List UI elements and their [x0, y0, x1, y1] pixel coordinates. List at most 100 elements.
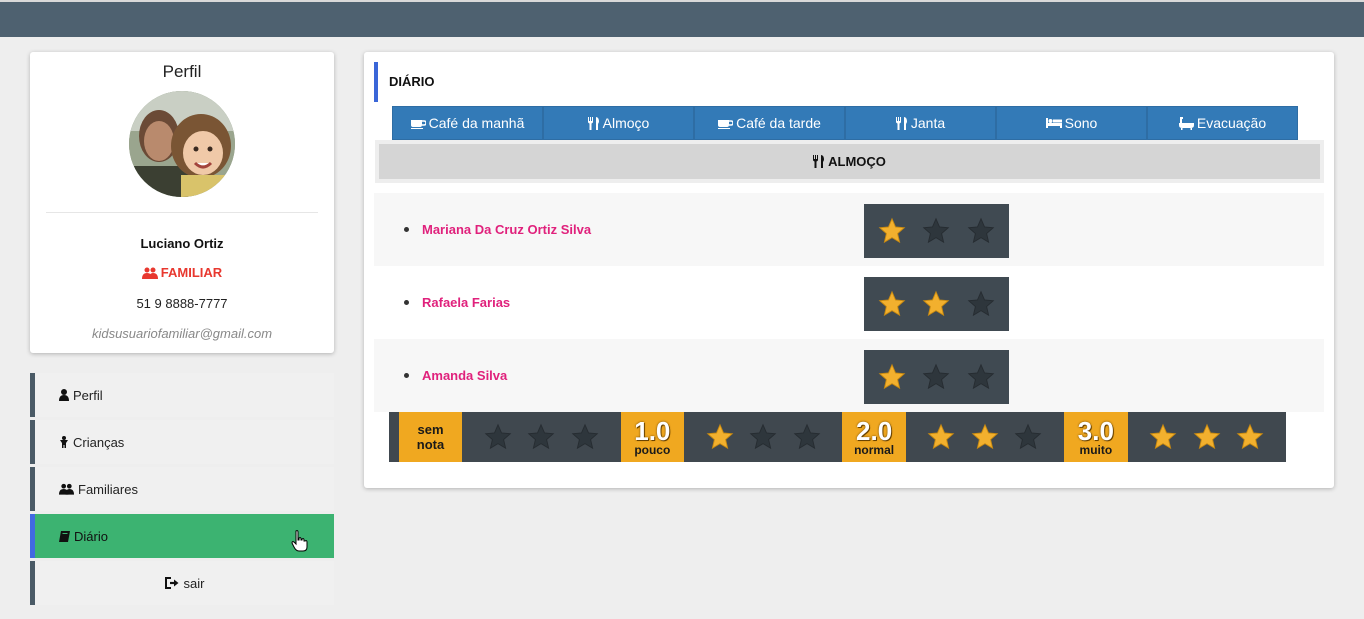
star-empty-icon — [793, 423, 821, 450]
menu-item-label: Familiares — [78, 481, 138, 497]
users-icon — [141, 267, 158, 279]
bath-icon — [1178, 116, 1194, 130]
legend-label: sem — [417, 422, 444, 437]
tab-almoco[interactable]: Almoço — [543, 106, 694, 140]
top-navbar — [0, 0, 1364, 37]
star-empty-icon — [749, 423, 777, 450]
profile-role: FAMILIAR — [30, 265, 334, 280]
child-name[interactable]: Amanda Silva — [422, 339, 507, 412]
legend-badge-pouco: 1.0 pouco — [620, 412, 684, 462]
legend-value: 3.0 — [1077, 415, 1114, 446]
section-header: ALMOÇO — [375, 140, 1324, 183]
user-icon — [59, 389, 69, 401]
legend-value: 1.0 — [634, 415, 671, 446]
child-icon — [60, 436, 68, 448]
profile-card-title: Perfil — [162, 62, 202, 81]
list-item: Rafaela Farias — [374, 266, 1324, 339]
menu-item-perfil[interactable]: Perfil — [30, 373, 334, 417]
diary-panel: DIÁRIO Café da manhã Almoço Café da tard… — [364, 52, 1334, 488]
legend-label: nota — [416, 437, 445, 452]
star-empty-icon — [967, 363, 995, 390]
menu-item-familiares[interactable]: Familiares — [30, 467, 334, 511]
hand-cursor-icon — [291, 530, 308, 552]
star-filled-icon — [1149, 423, 1177, 450]
menu-item-criancas[interactable]: Crianças — [30, 420, 334, 464]
menu-item-label: Crianças — [73, 434, 125, 450]
book-icon — [59, 530, 70, 542]
child-name[interactable]: Mariana Da Cruz Ortiz Silva — [422, 193, 591, 266]
star-filled-icon — [878, 290, 906, 317]
star-filled-icon — [928, 423, 955, 450]
menu-item-label: Perfil — [73, 387, 103, 403]
rating-stars[interactable] — [864, 350, 1009, 404]
rating-legend: sem nota 1.0 pouco 2.0 normal 3.0 muito — [389, 412, 1286, 462]
tab-label: Café da manhã — [428, 115, 525, 131]
list-bullet — [404, 373, 409, 378]
legend-badge-normal: 2.0 normal — [842, 412, 906, 462]
meal-tabs: Café da manhã Almoço Café da tarde Janta… — [392, 106, 1298, 140]
panel-title: DIÁRIO — [374, 62, 435, 102]
users-icon — [59, 483, 74, 495]
profile-role-label: FAMILIAR — [160, 265, 223, 280]
avatar — [129, 91, 235, 197]
star-empty-icon — [484, 423, 512, 450]
star-empty-icon — [528, 423, 555, 450]
coffee-icon — [410, 119, 426, 129]
legend-stars — [684, 412, 843, 462]
legend-badge-sem-nota: sem nota — [398, 412, 463, 462]
star-filled-icon — [878, 217, 906, 244]
star-empty-icon — [967, 217, 995, 244]
rating-stars[interactable] — [864, 204, 1009, 258]
tab-evacuacao[interactable]: Evacuação — [1147, 106, 1298, 140]
star-filled-icon — [878, 363, 906, 390]
cutlery-icon — [895, 116, 907, 130]
sign-out-icon — [164, 577, 179, 589]
star-empty-icon — [1015, 423, 1042, 450]
legend-stars — [906, 412, 1065, 462]
tab-janta[interactable]: Janta — [845, 106, 996, 140]
child-name[interactable]: Rafaela Farias — [422, 266, 510, 339]
cutlery-icon — [813, 155, 825, 168]
legend-stars — [462, 412, 621, 462]
tab-cafe-da-tarde[interactable]: Café da tarde — [694, 106, 845, 140]
tab-cafe-da-manha[interactable]: Café da manhã — [392, 106, 543, 140]
list-item: Amanda Silva — [374, 339, 1324, 412]
legend-stars — [1128, 412, 1287, 462]
list-bullet — [404, 227, 409, 232]
menu-item-diario[interactable]: Diário — [30, 514, 334, 558]
legend-edge — [389, 412, 399, 462]
list-bullet — [404, 300, 409, 305]
legend-value: 2.0 — [856, 415, 893, 446]
star-filled-icon — [923, 290, 950, 317]
star-empty-icon — [967, 290, 995, 317]
star-filled-icon — [1193, 423, 1221, 450]
profile-name: Luciano Ortiz — [140, 236, 224, 251]
list-item: Mariana Da Cruz Ortiz Silva — [374, 193, 1324, 266]
cutlery-icon — [587, 116, 599, 130]
star-filled-icon — [1236, 423, 1264, 450]
section-title: ALMOÇO — [828, 154, 886, 169]
profile-phone: 51 9 8888-7777 — [136, 296, 228, 311]
legend-label: muito — [1079, 442, 1113, 457]
bed-icon — [1045, 118, 1062, 128]
star-filled-icon — [706, 423, 734, 450]
tab-sono[interactable]: Sono — [996, 106, 1147, 140]
tab-label: Café da tarde — [736, 115, 821, 131]
star-empty-icon — [923, 217, 950, 244]
rating-stars[interactable] — [864, 277, 1009, 331]
coffee-icon — [718, 119, 734, 129]
menu-item-label: sair — [183, 575, 205, 591]
menu-item-label: Diário — [74, 528, 108, 544]
profile-email: kidsusuariofamiliar@gmail.com — [91, 326, 273, 341]
tab-label: Sono — [1064, 115, 1098, 131]
star-empty-icon — [571, 423, 599, 450]
star-filled-icon — [971, 423, 999, 450]
legend-label: normal — [854, 442, 895, 457]
menu-item-sair[interactable]: sair — [30, 561, 334, 605]
tab-label: Almoço — [602, 115, 650, 131]
legend-badge-muito: 3.0 muito — [1064, 412, 1128, 462]
tab-label: Janta — [910, 115, 946, 131]
tab-label: Evacuação — [1196, 115, 1267, 131]
profile-card: Perfil Luciano Ortiz FAMILIAR 51 9 8888-… — [30, 52, 334, 353]
legend-label: pouco — [634, 442, 671, 457]
